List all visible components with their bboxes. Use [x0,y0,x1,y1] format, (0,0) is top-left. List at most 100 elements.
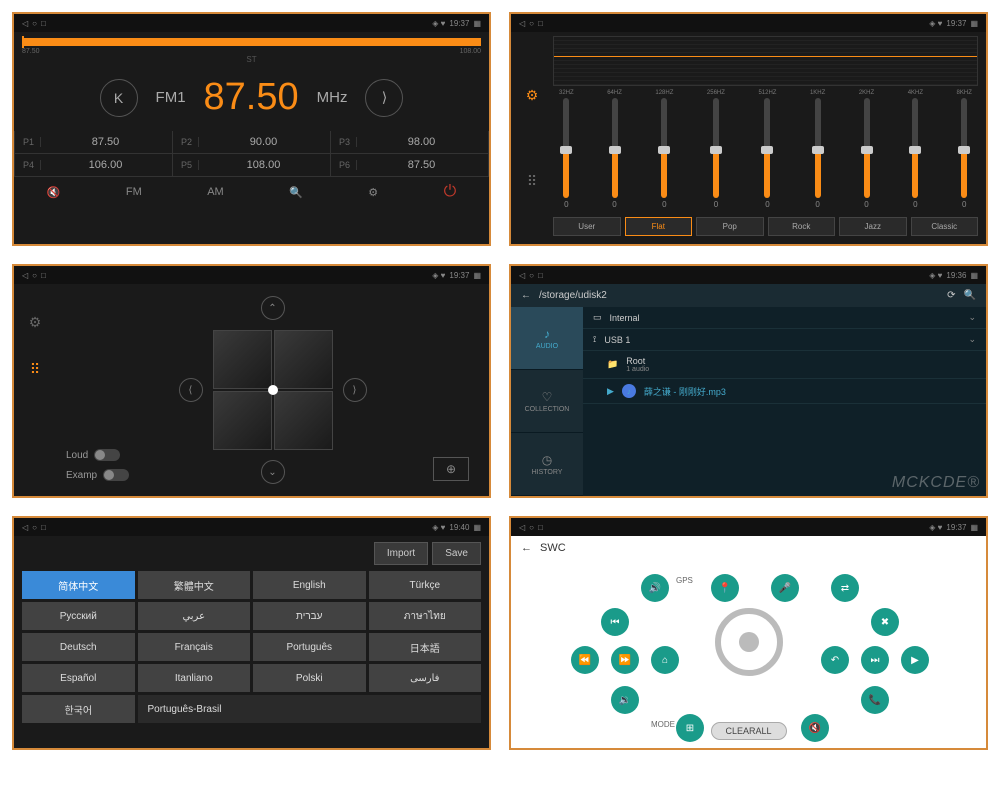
swc-mic[interactable]: 🎤 [771,574,799,602]
lang-option[interactable]: Français [138,633,251,661]
clear-all-button[interactable]: CLEARALL [710,722,786,740]
fm-button[interactable]: FM [126,186,142,198]
balance-icon[interactable]: ⠿ [527,173,537,190]
lang-option[interactable]: Itanliano [138,664,251,692]
eq-preset-jazz[interactable]: Jazz [839,217,907,236]
lang-option[interactable]: Türkçe [369,571,482,599]
eq-preset-user[interactable]: User [553,217,621,236]
lang-option[interactable]: Deutsch [22,633,135,661]
home-icon[interactable]: ○ [529,523,534,532]
recent-icon[interactable]: □ [41,271,46,280]
back-arrow-icon[interactable]: ← [521,290,531,301]
swc-vol-dn[interactable]: 🔉 [611,686,639,714]
balance-icon[interactable]: ⠿ [30,361,40,378]
swc-gps[interactable]: 📍 [711,574,739,602]
eq-preset-pop[interactable]: Pop [696,217,764,236]
home-icon[interactable]: ○ [529,19,534,28]
swc-mode[interactable]: ⊞ [676,714,704,742]
import-button[interactable]: Import [374,542,428,565]
back-icon[interactable]: ◁ [519,523,525,532]
arrow-right[interactable]: ⟩ [343,378,367,402]
lang-option[interactable]: 简体中文 [22,571,135,599]
eq-icon[interactable]: ⚙ [368,186,378,199]
refresh-icon[interactable]: ⟳ [947,290,955,301]
center-button[interactable]: ⊕ [433,457,469,481]
swc-play[interactable]: ▶ [901,646,929,674]
swc-rew[interactable]: ⏪ [571,646,599,674]
lang-option[interactable]: English [253,571,366,599]
home-icon[interactable]: ○ [529,271,534,280]
row-playing[interactable]: ▶♪薛之谦 - 刚刚好.mp3 [583,379,986,404]
menu-icon[interactable]: ▦ [970,19,978,28]
back-icon[interactable]: ◁ [22,523,28,532]
lang-option[interactable]: עברית [253,602,366,630]
swc-prev[interactable]: ⏮ [601,608,629,636]
preset-1[interactable]: P187.50 [15,131,172,153]
preset-2[interactable]: P290.00 [173,131,330,153]
save-button[interactable]: Save [432,542,481,565]
eq-preset-rock[interactable]: Rock [768,217,836,236]
swc-back[interactable]: ↶ [821,646,849,674]
eq-slider[interactable] [815,98,821,198]
lang-option[interactable]: 日本語 [369,633,482,661]
eq-slider[interactable] [961,98,967,198]
search-icon[interactable]: 🔍 [289,186,303,199]
eq-slider[interactable] [764,98,770,198]
swc-swap[interactable]: ⇄ [831,574,859,602]
lang-option[interactable]: Português [253,633,366,661]
lang-option[interactable]: فارسی [369,664,482,692]
eq-slider[interactable] [864,98,870,198]
swc-home[interactable]: ⌂ [651,646,679,674]
back-icon[interactable]: ◁ [519,19,525,28]
swc-hangup[interactable]: ✖ [871,608,899,636]
lang-option[interactable]: Русский [22,602,135,630]
eq-slider[interactable] [612,98,618,198]
lang-option[interactable]: 한국어 [22,695,135,723]
eq-slider[interactable] [661,98,667,198]
lang-option[interactable]: Polski [253,664,366,692]
arrow-left[interactable]: ⟨ [179,378,203,402]
tab-history[interactable]: ◷HISTORY [511,433,583,496]
preset-4[interactable]: P4106.00 [15,154,172,176]
back-arrow-icon[interactable]: ← [521,542,532,554]
preset-6[interactable]: P687.50 [331,154,488,176]
arrow-down[interactable]: ⌄ [261,460,285,484]
home-icon[interactable]: ○ [32,523,37,532]
eq-slider[interactable] [563,98,569,198]
preset-5[interactable]: P5108.00 [173,154,330,176]
lang-option[interactable]: عربي [138,602,251,630]
sliders-icon[interactable]: ⚙ [29,314,42,331]
recent-icon[interactable]: □ [41,523,46,532]
row-usb[interactable]: ⟟USB 1⌄ [583,329,986,351]
seek-prev-button[interactable]: K [100,79,138,117]
swc-vol-up[interactable]: 🔊 [641,574,669,602]
row-root[interactable]: 📁Root1 audio [583,351,986,379]
menu-icon[interactable]: ▦ [473,19,481,28]
recent-icon[interactable]: □ [41,19,46,28]
sliders-icon[interactable]: ⚙ [526,87,539,104]
tab-audio[interactable]: ♪AUDIO [511,307,583,370]
preset-3[interactable]: P398.00 [331,131,488,153]
seek-next-button[interactable]: ⟩ [365,79,403,117]
swc-next[interactable]: ⏭ [861,646,889,674]
lang-option[interactable]: Español [22,664,135,692]
recent-icon[interactable]: □ [538,271,543,280]
home-icon[interactable]: ○ [32,19,37,28]
swc-mute[interactable]: 🔇 [801,714,829,742]
am-button[interactable]: AM [207,186,224,198]
power-icon[interactable]: ⏻ [444,183,457,201]
lang-option[interactable]: 繁體中文 [138,571,251,599]
seat-grid[interactable]: ⌃ ⌄ ⟨ ⟩ [213,330,333,450]
home-icon[interactable]: ○ [32,271,37,280]
recent-icon[interactable]: □ [538,523,543,532]
freq-scale[interactable] [22,38,481,46]
lang-option[interactable]: Português-Brasil [138,695,482,723]
balance-dot[interactable] [268,385,278,395]
back-icon[interactable]: ◁ [22,271,28,280]
arrow-up[interactable]: ⌃ [261,296,285,320]
recent-icon[interactable]: □ [538,19,543,28]
back-icon[interactable]: ◁ [519,271,525,280]
swc-fwd[interactable]: ⏩ [611,646,639,674]
search-icon[interactable]: 🔍 [964,290,976,301]
tab-collection[interactable]: ♡COLLECTION [511,370,583,433]
